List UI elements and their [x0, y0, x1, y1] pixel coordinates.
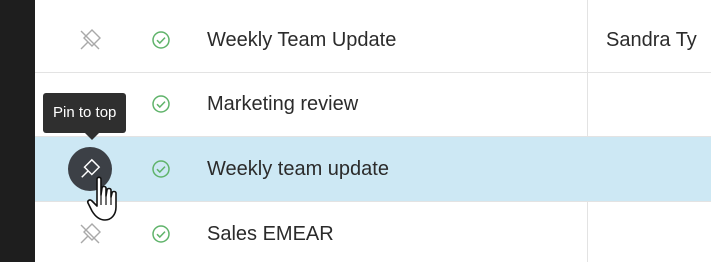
meeting-title: Sales EMEAR: [207, 223, 334, 245]
hand-cursor-icon: [86, 176, 117, 221]
meeting-title: Marketing review: [207, 93, 359, 115]
meeting-host: [606, 202, 711, 266]
meeting-list: Weekly Team Update Sandra Ty Marketing r…: [35, 0, 711, 262]
meeting-host: [606, 137, 711, 201]
check-circle-icon: [152, 225, 170, 243]
pin-to-top-tooltip: Pin to top: [43, 93, 127, 140]
left-rail: [0, 0, 35, 262]
pin-off-icon: [80, 29, 101, 50]
list-item[interactable]: Marketing review: [35, 72, 711, 137]
status-cell: [147, 8, 175, 72]
list-item[interactable]: Weekly Team Update Sandra Ty: [35, 8, 711, 73]
meeting-host: Sandra Ty: [606, 29, 697, 51]
status-cell: [147, 72, 175, 136]
meeting-title: Weekly Team Update: [207, 29, 397, 51]
check-circle-icon: [152, 31, 170, 49]
meeting-host: [606, 72, 711, 136]
status-cell: [147, 202, 175, 266]
check-circle-icon: [152, 95, 170, 113]
status-cell: [147, 137, 175, 201]
pin-off-icon: [80, 223, 101, 244]
pin-button[interactable]: [68, 8, 112, 72]
meeting-title: Weekly team update: [207, 158, 389, 180]
list-item-selected[interactable]: Weekly team update: [35, 137, 711, 202]
check-circle-icon: [152, 160, 170, 178]
list-item[interactable]: Sales EMEAR: [35, 202, 711, 267]
